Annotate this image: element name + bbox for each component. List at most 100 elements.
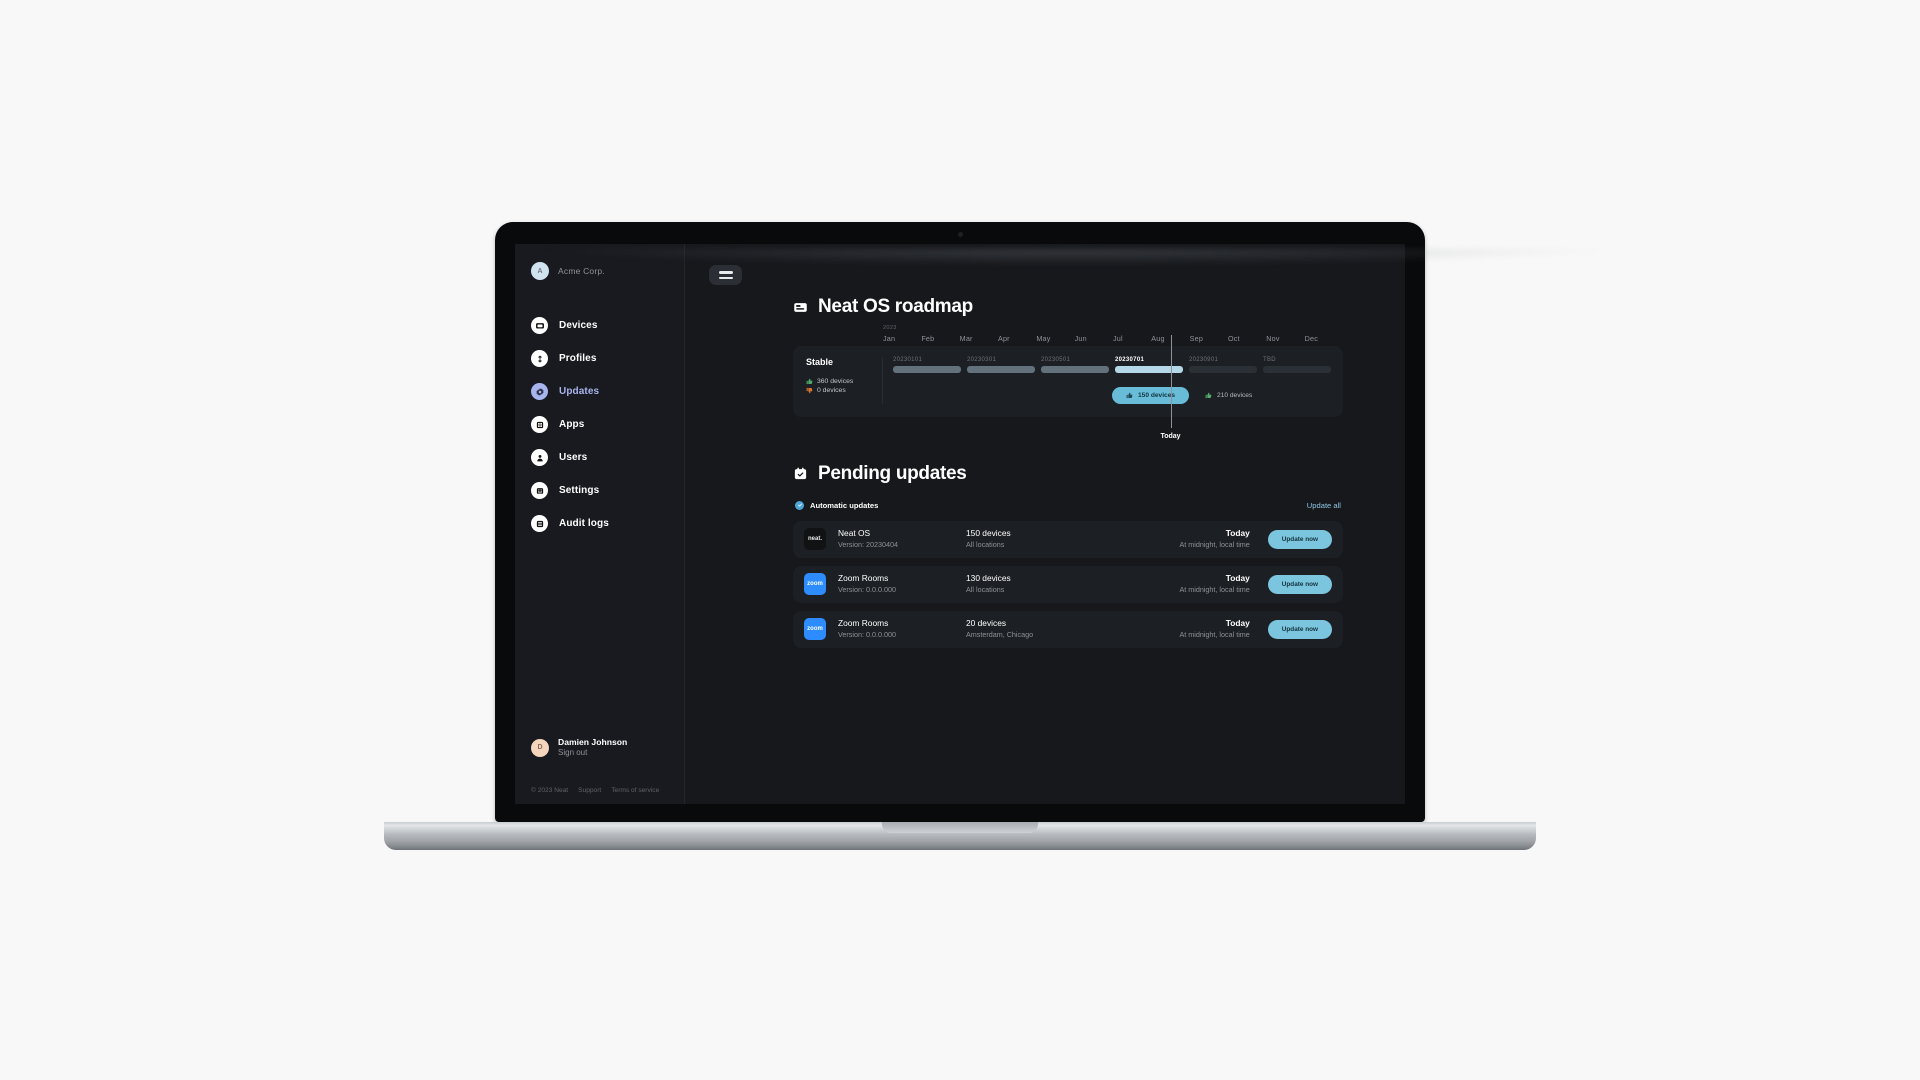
- page-title: Neat OS roadmap: [818, 296, 973, 317]
- today-marker-line: [1170, 335, 1172, 428]
- app-screen: A Acme Corp. Devices Profiles Updates Ap…: [515, 244, 1405, 804]
- sidebar-item-users[interactable]: Users: [515, 442, 684, 473]
- avatar: D: [531, 738, 549, 757]
- terms-link[interactable]: Terms of service: [611, 787, 659, 794]
- device-count: 20 devices: [966, 618, 1007, 629]
- hamburger-icon[interactable]: [709, 265, 742, 285]
- update-product: Neat OS Version: 20230404: [838, 528, 966, 550]
- device-annotations: 150 devices 210 devices: [893, 386, 1331, 404]
- product-name: Zoom Rooms: [838, 618, 889, 629]
- thumbs-up-icon: [1205, 392, 1212, 398]
- audit-logs-icon: [531, 515, 548, 532]
- release-bar: [1263, 366, 1331, 373]
- sidebar: A Acme Corp. Devices Profiles Updates Ap…: [515, 244, 685, 804]
- roadmap-chart: Stable 360 devices 0 devices 20230101 20…: [793, 335, 1343, 440]
- schedule-day: Today: [1225, 528, 1250, 539]
- scene: A Acme Corp. Devices Profiles Updates Ap…: [0, 0, 1920, 1080]
- settings-icon: [531, 482, 548, 499]
- zoom-logo-icon: zoom: [804, 618, 826, 640]
- locations: All locations: [966, 584, 1005, 594]
- schedule-time: At midnight, local time: [1179, 629, 1250, 639]
- device-count: 130 devices: [966, 573, 1011, 584]
- table-row[interactable]: neat. Neat OS Version: 20230404 150 devi…: [793, 520, 1343, 558]
- sidebar-item-profiles[interactable]: Profiles: [515, 343, 684, 374]
- update-now-button[interactable]: Update now: [1267, 619, 1332, 639]
- table-row[interactable]: zoom Zoom Rooms Version: 0.0.0.000 20 de…: [793, 610, 1343, 648]
- sidebar-item-label: Devices: [559, 320, 598, 331]
- update-schedule: Today At midnight, local time: [1179, 528, 1249, 550]
- sidebar-item-label: Apps: [559, 419, 585, 430]
- release-item[interactable]: TBD: [1263, 357, 1331, 373]
- release-item[interactable]: 20230301: [967, 357, 1035, 373]
- device-pill-label: 150 devices: [1138, 391, 1176, 399]
- sidebar-item-label: Users: [559, 452, 588, 463]
- sidebar-nav: Devices Profiles Updates Apps Users Sett…: [515, 310, 684, 539]
- automatic-updates-label: Automatic updates: [810, 500, 879, 510]
- update-product: Zoom Rooms Version: 0.0.0.000: [838, 573, 966, 595]
- release-bar: [1189, 366, 1257, 373]
- up-to-date-devices: 360 devices: [806, 378, 882, 385]
- sidebar-item-updates[interactable]: Updates: [515, 376, 684, 407]
- month-label: Feb: [921, 334, 935, 343]
- sidebar-item-apps[interactable]: Apps: [515, 409, 684, 440]
- month-label: Dec: [1304, 334, 1318, 343]
- release-item-current[interactable]: 20230701: [1115, 357, 1183, 373]
- release-version: 20230501: [1041, 357, 1071, 363]
- sidebar-item-devices[interactable]: Devices: [515, 310, 684, 341]
- locations: All locations: [966, 539, 1005, 549]
- sidebar-item-label: Updates: [559, 386, 600, 397]
- sidebar-item-settings[interactable]: Settings: [515, 475, 684, 506]
- release-version: 20230701: [1115, 357, 1145, 363]
- sidebar-item-label: Profiles: [559, 353, 597, 364]
- user-menu[interactable]: D Damien Johnson Sign out: [515, 731, 684, 765]
- laptop-base: [384, 822, 1536, 850]
- automatic-updates-row: Automatic updates Update all: [793, 500, 1343, 510]
- release-bar: [893, 366, 961, 373]
- device-count-next: 210 devices: [1205, 392, 1252, 399]
- month-label: Jun: [1074, 334, 1087, 343]
- product-version: Version: 0.0.0.000: [838, 584, 896, 594]
- device-count: 150 devices: [966, 528, 1011, 539]
- thumbs-up-icon: [1126, 392, 1133, 398]
- automatic-updates-toggle[interactable]: Automatic updates: [795, 500, 879, 510]
- pending-updates-section: Pending updates Automatic updates Update…: [793, 463, 1343, 648]
- hamburger-bar: [718, 271, 733, 274]
- timeline-months: 2023 Jan Feb Mar Apr May Jun Jul Aug Sep…: [793, 325, 1343, 343]
- sign-out-link[interactable]: Sign out: [558, 748, 627, 759]
- release-bars: 20230101 20230301 20230501 20230701 2023…: [893, 357, 1331, 373]
- user-info: Damien Johnson Sign out: [558, 737, 627, 759]
- check-circle-icon: [795, 500, 804, 510]
- support-link[interactable]: Support: [578, 787, 601, 794]
- release-version: 20230901: [1189, 357, 1219, 363]
- update-now-button[interactable]: Update now: [1267, 574, 1332, 594]
- release-item[interactable]: 20230501: [1041, 357, 1109, 373]
- roadmap-timeline: 20230101 20230301 20230501 20230701 2023…: [883, 335, 1343, 440]
- channel-name: Stable: [806, 357, 834, 367]
- zoom-logo-icon: zoom: [804, 573, 826, 595]
- device-count-label: 210 devices: [1217, 391, 1253, 399]
- sidebar-item-audit-logs[interactable]: Audit logs: [515, 508, 684, 539]
- release-version: 20230101: [893, 357, 923, 363]
- product-version: Version: 20230404: [838, 539, 898, 549]
- release-item[interactable]: 20230101: [893, 357, 961, 373]
- apps-icon: [531, 416, 548, 433]
- release-item[interactable]: 20230901: [1189, 357, 1257, 373]
- month-label: Oct: [1227, 334, 1240, 343]
- update-now-button[interactable]: Update now: [1267, 529, 1332, 549]
- month-label: Apr: [997, 334, 1010, 343]
- month-label: Mar: [959, 334, 973, 343]
- update-all-link[interactable]: Update all: [1307, 501, 1341, 510]
- update-product: Zoom Rooms Version: 0.0.0.000: [838, 618, 966, 640]
- update-schedule: Today At midnight, local time: [1179, 573, 1249, 595]
- month-label: Jul: [1112, 334, 1123, 343]
- table-row[interactable]: zoom Zoom Rooms Version: 0.0.0.000 130 d…: [793, 565, 1343, 603]
- update-scope: 130 devices All locations: [966, 573, 1179, 595]
- device-pill-current[interactable]: 150 devices: [1112, 386, 1190, 404]
- month-label: Sep: [1189, 334, 1204, 343]
- thumbs-down-icon: [806, 387, 813, 394]
- pending-updates-icon: [793, 466, 808, 481]
- month-label: Jan: [883, 334, 896, 343]
- schedule-day: Today: [1225, 573, 1250, 584]
- laptop-base-lip: [882, 822, 1038, 833]
